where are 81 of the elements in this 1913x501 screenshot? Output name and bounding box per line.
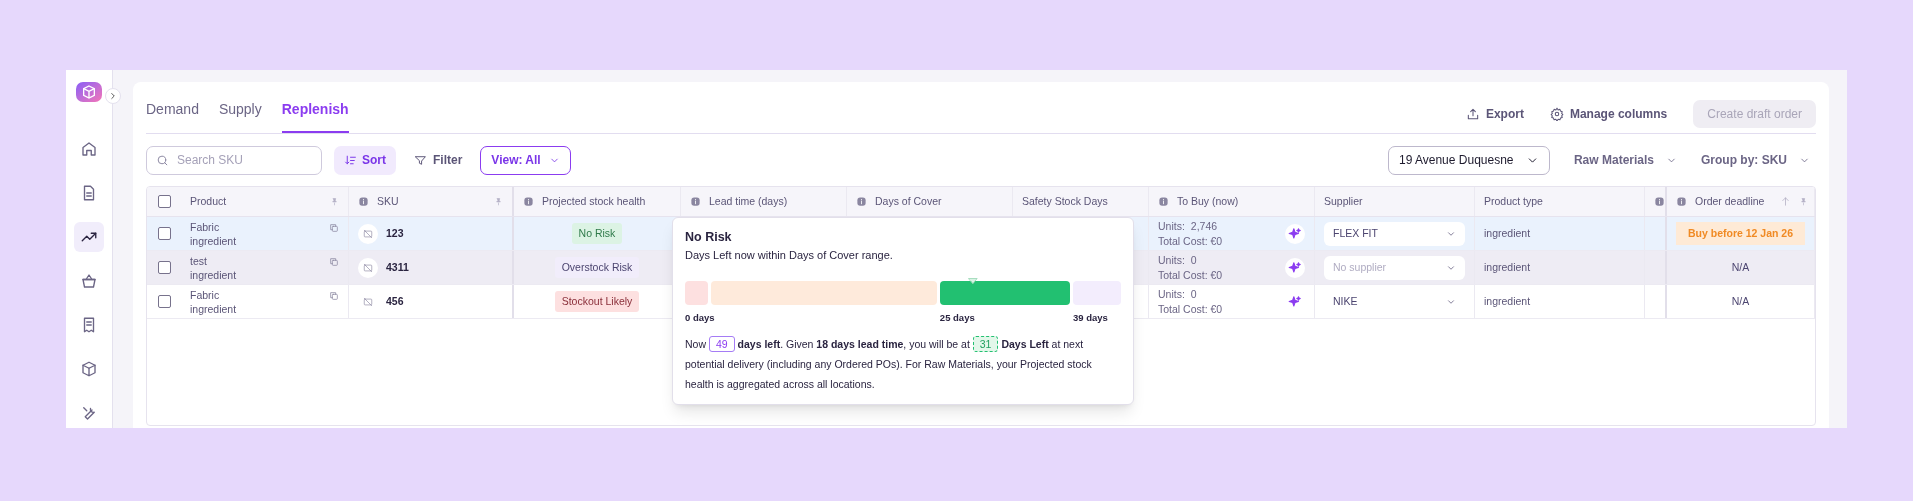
- view-dropdown[interactable]: View: All: [480, 145, 571, 175]
- tab[interactable]: Supply: [218, 82, 262, 133]
- manage-columns-button[interactable]: Manage columns: [1549, 105, 1668, 123]
- row-checkbox[interactable]: [157, 295, 171, 308]
- column-header[interactable]: To Buy (now): [1149, 187, 1315, 216]
- image-off-icon: [358, 223, 378, 244]
- popover-subtitle: Days Left now within Days of Cover range.: [685, 247, 894, 263]
- sku-code: 123: [386, 225, 404, 241]
- info-icon: [358, 196, 369, 207]
- units-value: 0: [1190, 252, 1197, 268]
- info-icon: [856, 196, 867, 207]
- total-cost: Total Cost: €0: [1158, 301, 1224, 317]
- copy-icon[interactable]: [329, 257, 339, 267]
- range-label: 39 days: [1072, 312, 1108, 324]
- supplier-dropdown[interactable]: FLEX FIT: [1324, 221, 1465, 246]
- product-kind: ingredient: [190, 267, 238, 282]
- category-dropdown[interactable]: Raw Materials: [1567, 145, 1683, 175]
- info-icon: [1158, 196, 1169, 207]
- info-icon: [1654, 196, 1665, 207]
- search-icon: [156, 153, 169, 167]
- trend-icon[interactable]: [74, 222, 104, 252]
- product-name: Fabric: [190, 219, 221, 234]
- tab[interactable]: Replenish: [281, 82, 349, 133]
- sort-button[interactable]: Sort: [334, 145, 396, 175]
- product-type: ingredient: [1484, 225, 1531, 241]
- deadline-badge: Buy before 12 Jan 26: [1676, 221, 1805, 246]
- app-logo[interactable]: [76, 82, 102, 102]
- health-badge[interactable]: Stockout Likely: [554, 290, 640, 313]
- row-checkbox[interactable]: [157, 261, 171, 274]
- location-dropdown[interactable]: 19 Avenue Duquesne: [1387, 145, 1550, 175]
- select-all-checkbox[interactable]: [157, 195, 171, 208]
- chevron-right-icon: [108, 91, 118, 101]
- copy-icon[interactable]: [329, 291, 339, 301]
- group-by-dropdown[interactable]: Group by: SKU: [1695, 145, 1816, 175]
- column-header[interactable]: Product type: [1475, 187, 1645, 216]
- search-field[interactable]: Search SKU: [146, 145, 322, 175]
- info-icon: [523, 196, 534, 207]
- range-label: 0 days: [685, 312, 715, 324]
- product-kind: ingredient: [190, 233, 238, 248]
- sku-code: 456: [386, 293, 404, 309]
- column-header[interactable]: Safety Stock Days: [1013, 187, 1149, 216]
- sku-code: 4311: [386, 259, 409, 275]
- deadline-text: N/A: [1731, 293, 1750, 309]
- popover-title: No Risk: [685, 229, 733, 246]
- units-label: Units:: [1158, 218, 1185, 234]
- health-badge[interactable]: No Risk: [571, 222, 623, 245]
- export-button[interactable]: Export: [1465, 105, 1524, 123]
- image-off-icon: [358, 257, 378, 278]
- filter-button[interactable]: Filter: [408, 145, 469, 175]
- product-type: ingredient: [1484, 259, 1531, 275]
- sparkle-icon[interactable]: [1285, 257, 1305, 278]
- filter-icon: [414, 153, 427, 167]
- column-header[interactable]: Lead time (days): [681, 187, 847, 216]
- product-name: Fabric: [190, 287, 221, 302]
- product-kind: ingredient: [190, 301, 238, 316]
- sparkle-icon[interactable]: [1285, 223, 1305, 244]
- supplier-dropdown[interactable]: NIKE: [1324, 289, 1465, 314]
- units-value: 2,746: [1190, 218, 1218, 234]
- settings-icon: [1549, 107, 1564, 121]
- health-badge[interactable]: Overstock Risk: [554, 256, 640, 279]
- column-header[interactable]: Product: [181, 187, 349, 216]
- popover-description: Now 49 days left. Given 18 days lead time, you will be at 31 Days Left at next potential delivery (including any Ordered POs). For Raw Materials, your Projected stock health is aggregated across all locations.: [685, 335, 1093, 393]
- info-icon: [690, 196, 701, 207]
- row-checkbox[interactable]: [157, 227, 171, 240]
- units-label: Units:: [1158, 286, 1185, 302]
- total-cost: Total Cost: €0: [1158, 233, 1224, 249]
- sort-icon: [344, 153, 357, 167]
- range-label: 25 days: [939, 312, 975, 324]
- tab[interactable]: Demand: [146, 82, 199, 133]
- upload-icon: [1465, 107, 1480, 121]
- product-type: ingredient: [1484, 293, 1531, 309]
- column-header[interactable]: Days of Cover: [847, 187, 1013, 216]
- total-cost: Total Cost: €0: [1158, 267, 1224, 283]
- column-header[interactable]: Projected stock health: [514, 187, 681, 216]
- product-name: test: [190, 253, 208, 268]
- units-value: 0: [1190, 286, 1197, 302]
- column-header[interactable]: Supplier: [1315, 187, 1475, 216]
- units-label: Units:: [1158, 252, 1185, 268]
- info-icon: [1676, 196, 1687, 207]
- copy-icon[interactable]: [329, 223, 339, 233]
- deadline-text: N/A: [1731, 259, 1750, 275]
